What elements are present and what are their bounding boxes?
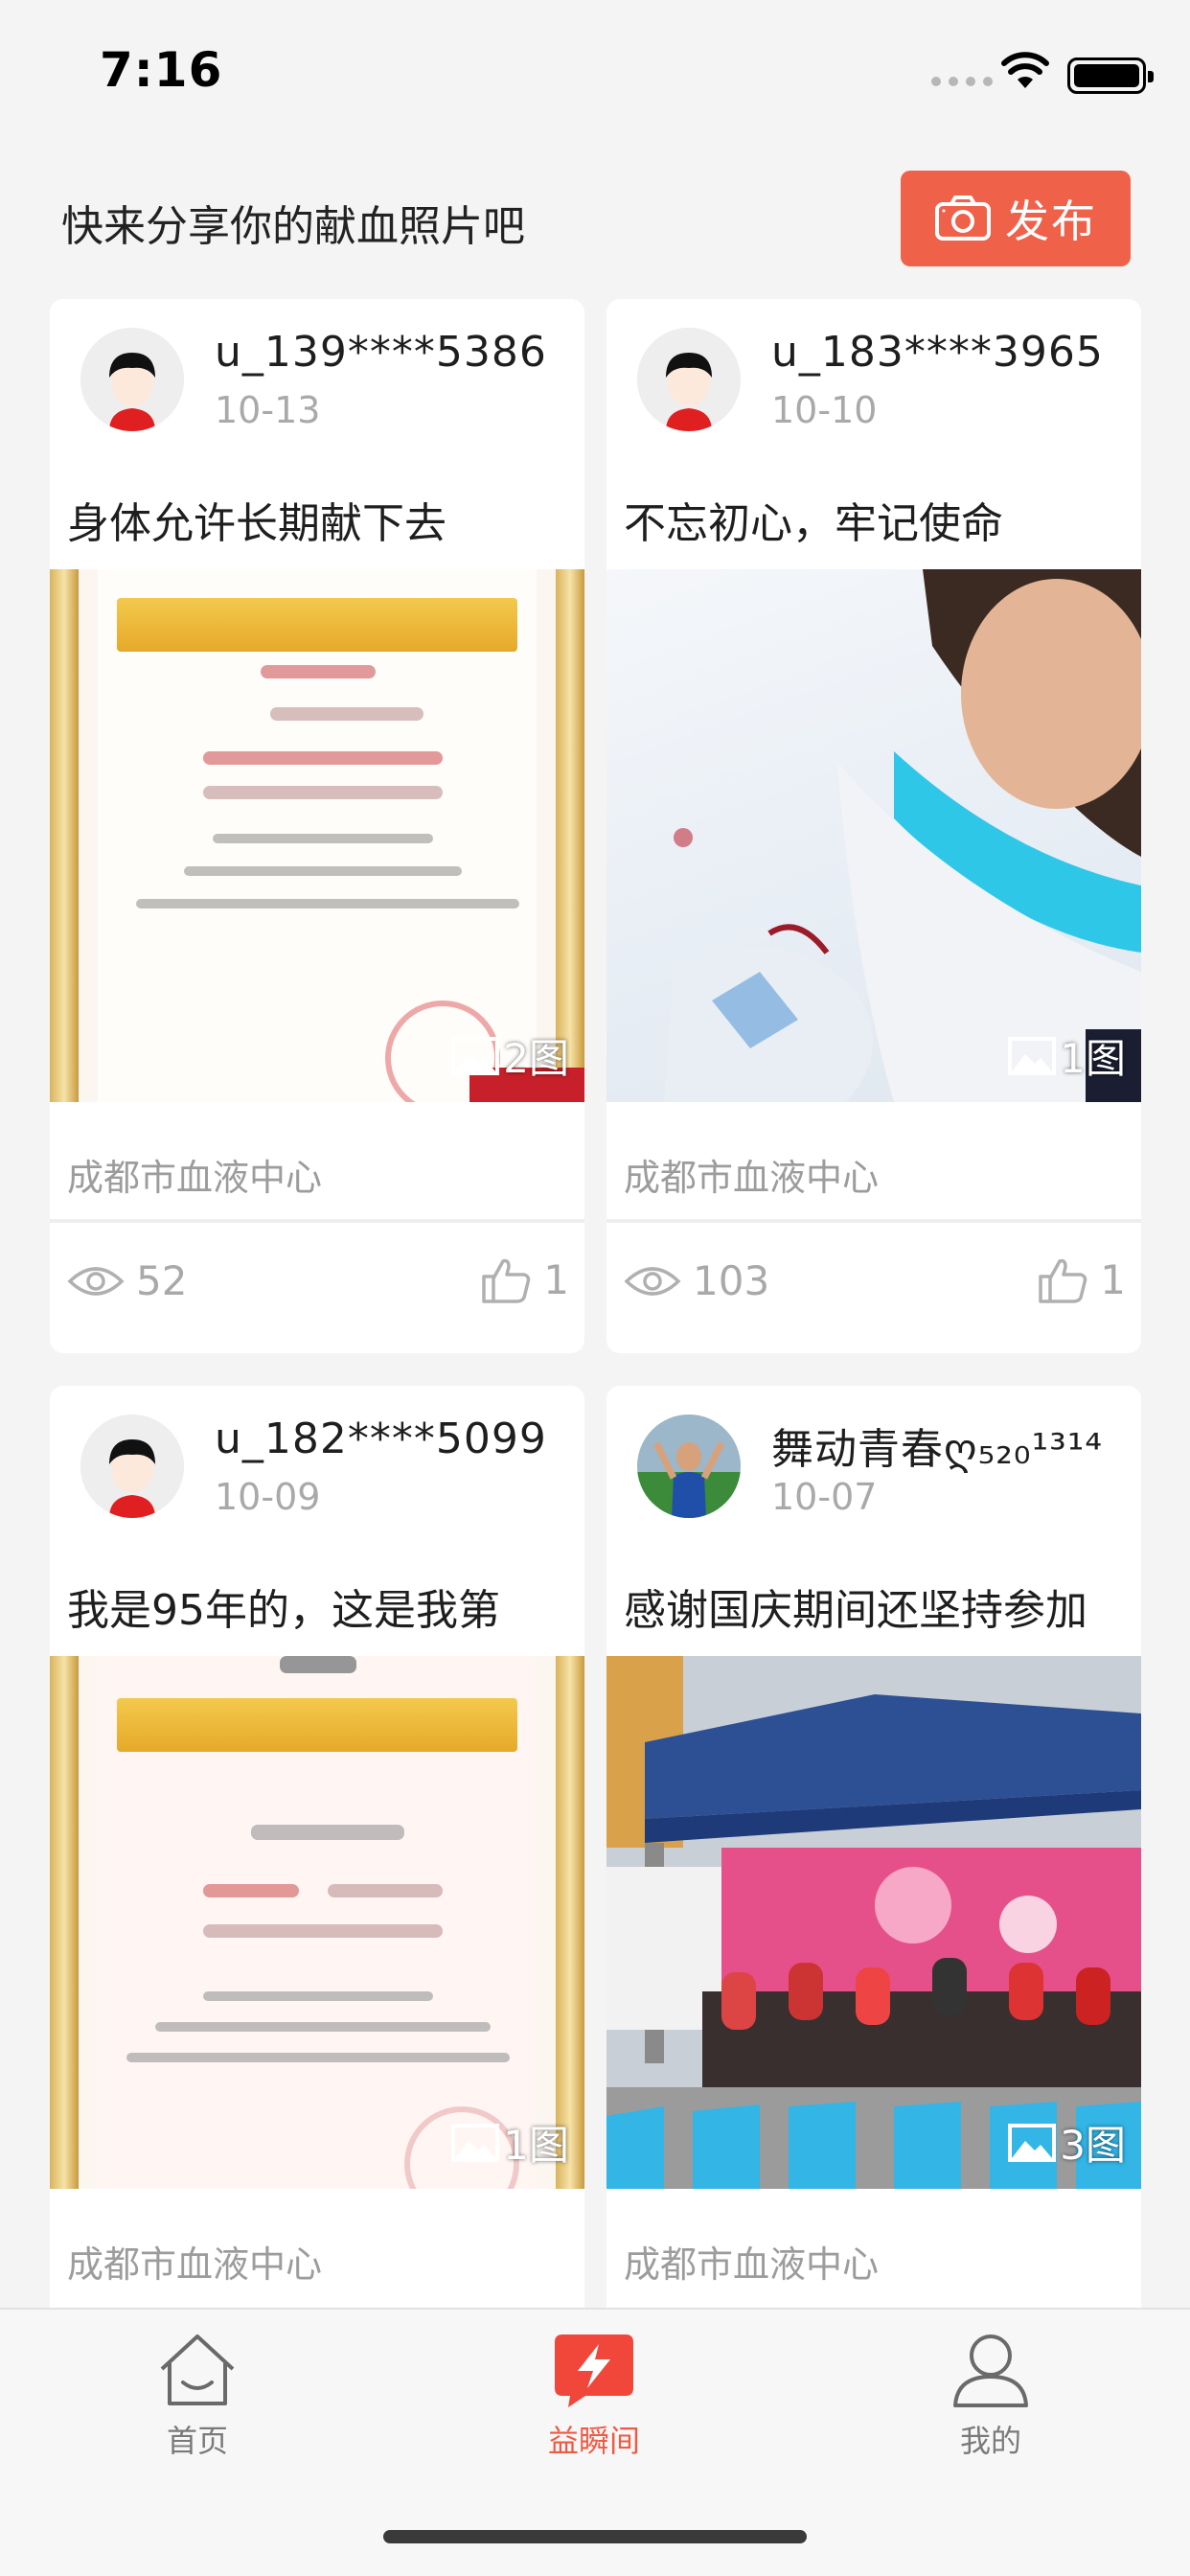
divider <box>50 1219 584 1223</box>
organization-name: 成都市血液中心 <box>67 1157 323 1199</box>
certificate-image <box>50 1656 584 2189</box>
status-bar: 7:16 <box>0 0 1190 144</box>
tab-home[interactable]: 首页 <box>102 2331 293 2494</box>
post-text[interactable]: 我是95年的，这是我第 <box>67 1576 575 1637</box>
post-card[interactable]: u_182****5099 10-09 我是95年的，这是我第 1图 成都市血液… <box>50 1386 584 2344</box>
post-date: 10-13 <box>215 389 321 431</box>
post-date: 10-10 <box>771 389 878 431</box>
post-text[interactable]: 不忘初心，牢记使命 <box>624 489 1132 550</box>
post-header: u_182****5099 10-09 <box>50 1386 584 1539</box>
view-count-value: 52 <box>136 1257 188 1304</box>
photo-count-badge: 3图 <box>1008 2113 1126 2172</box>
post-photo[interactable]: 1图 <box>50 1656 584 2189</box>
like-button[interactable]: 1 <box>1037 1254 1126 1305</box>
publish-label: 发布 <box>1005 196 1097 247</box>
selfie-image <box>606 569 1141 1102</box>
screen: 7:16 快来分享你的献血照片吧 发布 u_139****5386 10-13 … <box>0 0 1190 2576</box>
photo-count-label: 1图 <box>503 2122 569 2169</box>
post-card[interactable]: 舞动青春ღ₅₂₀¹³¹⁴ 10-07 感谢国庆期间还坚持参加 3图 成都市血液中… <box>606 1386 1141 2344</box>
certificate-image <box>50 569 584 1102</box>
eye-icon <box>624 1266 681 1296</box>
status-time: 7:16 <box>100 42 223 98</box>
username[interactable]: u_139****5386 <box>215 328 547 377</box>
image-icon <box>1008 2123 1057 2162</box>
image-icon <box>451 1036 500 1075</box>
post-header: u_139****5386 10-13 <box>50 299 584 452</box>
user-photo-avatar <box>637 1414 741 1518</box>
photo-count-badge: 1图 <box>451 2113 569 2172</box>
avatar[interactable] <box>80 328 184 431</box>
post-photo[interactable]: 1图 <box>606 569 1141 1102</box>
cellular-signal-icon <box>931 77 993 86</box>
eye-icon <box>67 1266 125 1296</box>
tab-label: 首页 <box>166 2423 228 2459</box>
username[interactable]: 舞动青春ღ₅₂₀¹³¹⁴ <box>771 1414 1103 1476</box>
view-count-value: 103 <box>693 1257 770 1304</box>
post-card[interactable]: u_183****3965 10-10 不忘初心，牢记使命 1图 成都市血液中心… <box>606 299 1141 1353</box>
post-text[interactable]: 身体允许长期献下去 <box>67 489 575 550</box>
avatar[interactable] <box>80 1414 184 1518</box>
page-title: 快来分享你的献血照片吧 <box>61 202 525 251</box>
post-card[interactable]: u_139****5386 10-13 身体允许长期献下去 2图 成都市血液中心… <box>50 299 584 1353</box>
header: 快来分享你的献血照片吧 发布 <box>0 163 1190 278</box>
organization-name: 成都市血液中心 <box>67 2243 323 2286</box>
post-date: 10-09 <box>215 1476 321 1518</box>
post-header: u_183****3965 10-10 <box>606 299 1141 452</box>
camera-icon <box>935 196 991 241</box>
image-icon <box>1008 1036 1057 1075</box>
avatar[interactable] <box>637 328 741 431</box>
organization-name: 成都市血液中心 <box>624 1157 880 1199</box>
username[interactable]: u_183****3965 <box>771 328 1104 377</box>
lightning-icon <box>555 2334 633 2407</box>
post-header: 舞动青春ღ₅₂₀¹³¹⁴ 10-07 <box>606 1386 1141 1539</box>
photo-count-badge: 1图 <box>1008 1026 1126 1085</box>
tab-label: 益瞬间 <box>547 2423 640 2459</box>
photo-count-label: 2图 <box>503 1035 569 1082</box>
like-count: 1 <box>1100 1255 1126 1303</box>
avatar[interactable] <box>637 1414 741 1518</box>
tab-profile[interactable]: 我的 <box>895 2331 1087 2494</box>
view-count: 103 <box>624 1257 769 1304</box>
thumbs-up-icon <box>482 1258 531 1303</box>
home-icon <box>160 2334 235 2405</box>
publish-button[interactable]: 发布 <box>901 171 1131 266</box>
like-count: 1 <box>543 1255 569 1303</box>
post-photo[interactable]: 2图 <box>50 569 584 1102</box>
donation-event-image <box>606 1656 1141 2189</box>
organization-name: 成都市血液中心 <box>624 2243 880 2286</box>
tab-moments[interactable]: 益瞬间 <box>498 2331 690 2494</box>
post-photo[interactable]: 3图 <box>606 1656 1141 2189</box>
photo-count-label: 1图 <box>1060 1035 1126 1082</box>
profile-icon <box>953 2334 1028 2407</box>
thumbs-up-icon <box>1039 1258 1087 1303</box>
post-date: 10-07 <box>771 1476 878 1518</box>
photo-count-badge: 2图 <box>451 1026 569 1085</box>
divider <box>606 1219 1141 1223</box>
image-icon <box>451 2123 500 2162</box>
default-avatar-icon <box>637 328 741 431</box>
default-avatar-icon <box>80 328 184 431</box>
home-indicator[interactable] <box>383 2530 807 2543</box>
post-text[interactable]: 感谢国庆期间还坚持参加 <box>624 1576 1132 1637</box>
username[interactable]: u_182****5099 <box>215 1414 547 1463</box>
tab-label: 我的 <box>959 2423 1021 2459</box>
battery-icon <box>1067 58 1154 94</box>
view-count: 52 <box>67 1257 187 1304</box>
like-button[interactable]: 1 <box>480 1254 569 1305</box>
photo-count-label: 3图 <box>1060 2122 1126 2169</box>
default-avatar-icon <box>80 1414 184 1518</box>
wifi-icon <box>1001 52 1049 88</box>
